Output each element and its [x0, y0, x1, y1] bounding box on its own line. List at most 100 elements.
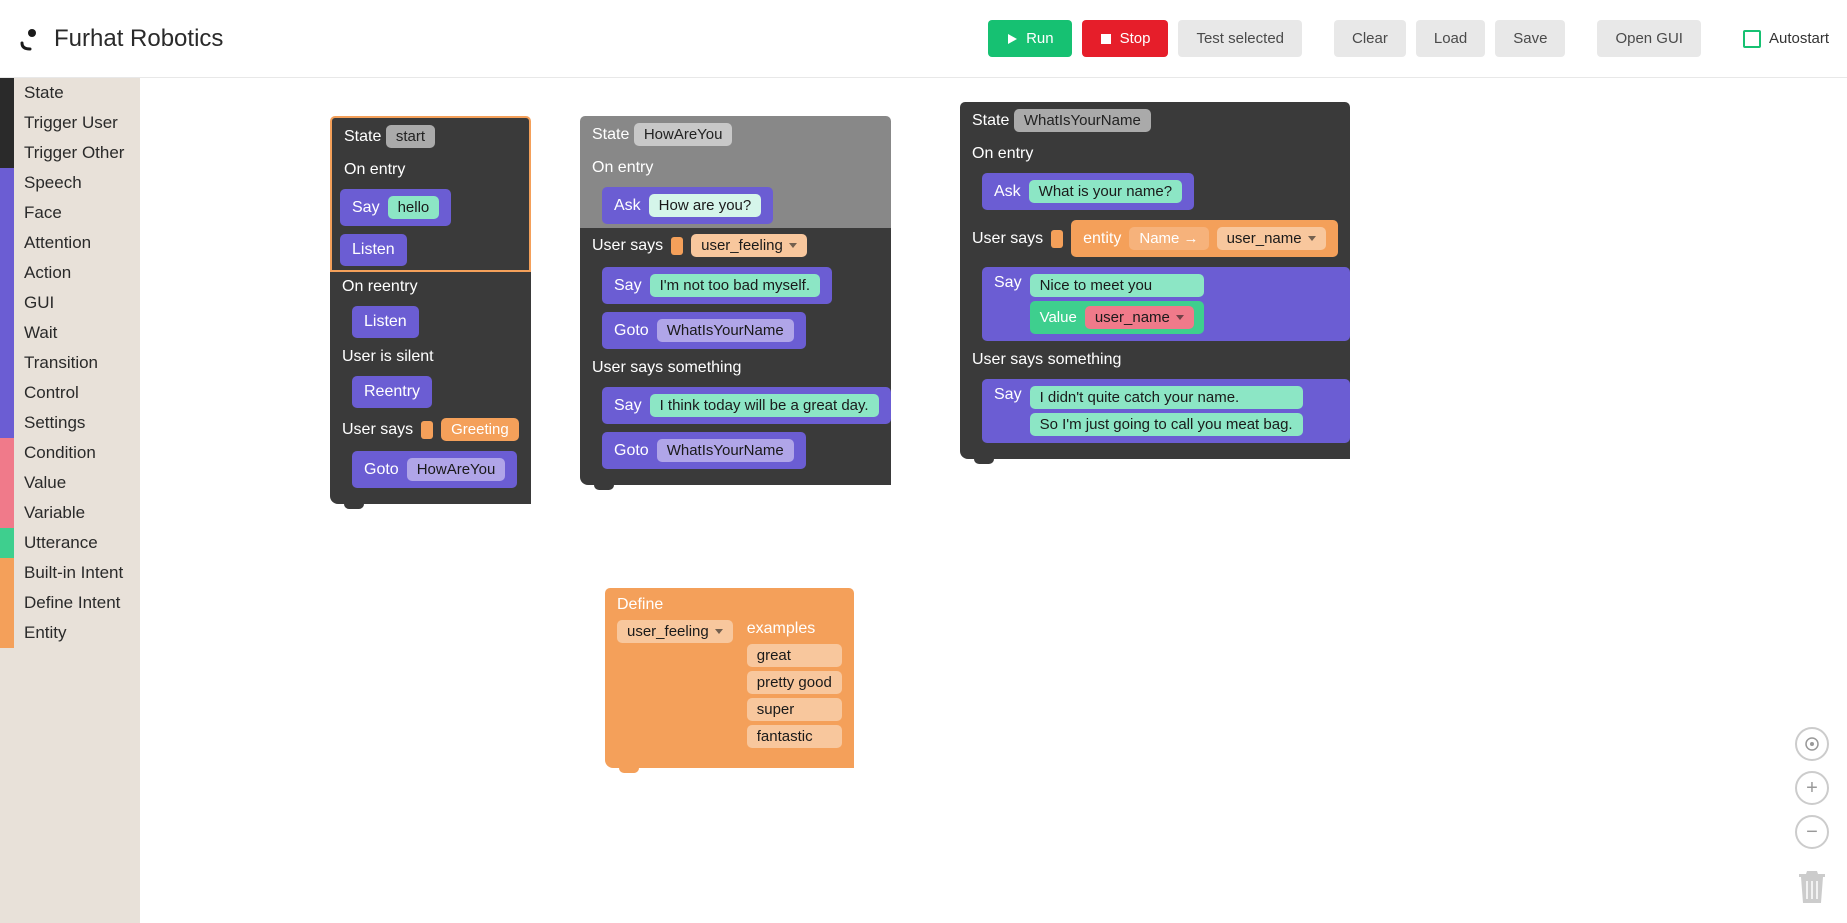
save-button[interactable]: Save	[1495, 20, 1565, 57]
say-block[interactable]: Say I didn't quite catch your name. So I…	[982, 379, 1350, 443]
goto-block[interactable]: GotoHowAreYou	[352, 451, 517, 488]
value-block[interactable]: Value user_name	[1030, 301, 1204, 334]
category-label: Transition	[14, 353, 98, 373]
block-canvas[interactable]: State start On entry Sayhello Listen On …	[140, 78, 1847, 923]
ask-text-pill[interactable]: What is your name?	[1029, 180, 1182, 203]
ask-text-pill[interactable]: How are you?	[649, 194, 762, 217]
sidebar-category[interactable]: Variable	[0, 498, 140, 528]
category-swatch	[0, 438, 14, 468]
intent-notch-icon	[671, 237, 683, 255]
run-button[interactable]: Run	[988, 20, 1072, 57]
say-block[interactable]: SayI think today will be a great day.	[602, 387, 891, 424]
state-name-pill[interactable]: start	[386, 125, 435, 148]
define-intent-block[interactable]: Define user_feeling examples greatpretty…	[605, 588, 854, 768]
sidebar-category[interactable]: Utterance	[0, 528, 140, 558]
sidebar-category[interactable]: Action	[0, 258, 140, 288]
example-pill[interactable]: fantastic	[747, 725, 842, 748]
category-label: Trigger User	[14, 113, 118, 133]
entity-var-dropdown[interactable]: user_name	[1217, 227, 1326, 250]
sidebar-category[interactable]: Attention	[0, 228, 140, 258]
logo: Furhat Robotics	[18, 25, 223, 53]
intent-dropdown[interactable]: user_feeling	[691, 234, 807, 257]
trash-icon[interactable]	[1797, 869, 1827, 905]
sidebar-category[interactable]: Value	[0, 468, 140, 498]
state-name-pill[interactable]: HowAreYou	[634, 123, 733, 146]
entity-block[interactable]: entity Name → user_name	[1071, 220, 1337, 257]
category-swatch	[0, 168, 14, 198]
state-header[interactable]: State WhatIsYourName	[960, 102, 1350, 139]
state-header[interactable]: State HowAreYou	[580, 116, 891, 153]
category-swatch	[0, 588, 14, 618]
sidebar-category[interactable]: Wait	[0, 318, 140, 348]
furhat-logo-icon	[18, 27, 42, 51]
sidebar-category[interactable]: Speech	[0, 168, 140, 198]
user-says-section: User says Greeting	[330, 412, 531, 447]
value-var-dropdown[interactable]: user_name	[1085, 306, 1194, 329]
open-gui-button[interactable]: Open GUI	[1597, 20, 1701, 57]
zoom-in-button[interactable]: +	[1795, 771, 1829, 805]
say-text-pill[interactable]: I'm not too bad myself.	[650, 274, 820, 297]
say-block[interactable]: Say Nice to meet you Value user_name	[982, 267, 1350, 341]
user-says-something-section: User says something	[960, 345, 1350, 375]
sidebar-category[interactable]: GUI	[0, 288, 140, 318]
listen-block[interactable]: Listen	[352, 306, 419, 338]
say-text-pill[interactable]: Nice to meet you	[1030, 274, 1204, 297]
say-text-pill[interactable]: So I'm just going to call you meat bag.	[1030, 413, 1303, 436]
listen-block[interactable]: Listen	[340, 234, 407, 266]
sidebar-category[interactable]: Settings	[0, 408, 140, 438]
ask-block[interactable]: AskWhat is your name?	[982, 173, 1194, 210]
sidebar-category[interactable]: Entity	[0, 618, 140, 648]
sidebar-category[interactable]: State	[0, 78, 140, 108]
state-header[interactable]: State start	[330, 116, 531, 155]
category-label: Settings	[14, 413, 85, 433]
intent-name-dropdown[interactable]: user_feeling	[617, 620, 733, 643]
reentry-block[interactable]: Reentry	[352, 376, 432, 408]
state-block-start[interactable]: State start On entry Sayhello Listen On …	[330, 116, 531, 504]
sidebar-category[interactable]: Define Intent	[0, 588, 140, 618]
say-block[interactable]: SayI'm not too bad myself.	[602, 267, 832, 304]
zoom-out-button[interactable]: −	[1795, 815, 1829, 849]
say-text-pill[interactable]: I think today will be a great day.	[650, 394, 879, 417]
say-text-pill[interactable]: I didn't quite catch your name.	[1030, 386, 1303, 409]
sidebar-category[interactable]: Built-in Intent	[0, 558, 140, 588]
user-says-section: User says user_feeling	[580, 228, 891, 263]
example-pill[interactable]: super	[747, 698, 842, 721]
autostart-checkbox[interactable]	[1743, 30, 1761, 48]
example-pill[interactable]: pretty good	[747, 671, 842, 694]
stop-button[interactable]: Stop	[1082, 20, 1169, 57]
play-icon	[1006, 33, 1018, 45]
test-selected-button[interactable]: Test selected	[1178, 20, 1302, 57]
chevron-down-icon	[1176, 315, 1184, 320]
goto-block[interactable]: GotoWhatIsYourName	[602, 432, 806, 469]
example-pill[interactable]: great	[747, 644, 842, 667]
category-swatch	[0, 228, 14, 258]
user-says-section: User says entity Name → user_name	[960, 214, 1350, 263]
category-swatch	[0, 108, 14, 138]
intent-pill[interactable]: Greeting	[441, 418, 519, 441]
chevron-down-icon	[1308, 236, 1316, 241]
state-name-pill[interactable]: WhatIsYourName	[1014, 109, 1151, 132]
goto-target-pill[interactable]: WhatIsYourName	[657, 439, 794, 462]
clear-button[interactable]: Clear	[1334, 20, 1406, 57]
sidebar-category[interactable]: Transition	[0, 348, 140, 378]
goto-target-pill[interactable]: WhatIsYourName	[657, 319, 794, 342]
state-block-what-is-your-name[interactable]: State WhatIsYourName On entry AskWhat is…	[960, 102, 1350, 459]
sidebar-category[interactable]: Trigger User	[0, 108, 140, 138]
sidebar-category[interactable]: Control	[0, 378, 140, 408]
ask-block[interactable]: AskHow are you?	[602, 187, 773, 224]
say-block[interactable]: Sayhello	[340, 189, 451, 226]
define-label: Define	[617, 596, 842, 614]
sidebar-category[interactable]: Condition	[0, 438, 140, 468]
category-label: Utterance	[14, 533, 98, 553]
say-text-pill[interactable]: hello	[388, 196, 440, 219]
load-button[interactable]: Load	[1416, 20, 1485, 57]
center-button[interactable]	[1795, 727, 1829, 761]
entity-name-pill[interactable]: Name →	[1129, 227, 1208, 250]
sidebar-category[interactable]: Face	[0, 198, 140, 228]
goto-target-pill[interactable]: HowAreYou	[407, 458, 506, 481]
canvas-controls: + −	[1795, 727, 1829, 905]
sidebar-category[interactable]: Trigger Other	[0, 138, 140, 168]
state-block-how-are-you[interactable]: State HowAreYou On entry AskHow are you?…	[580, 116, 891, 485]
goto-block[interactable]: GotoWhatIsYourName	[602, 312, 806, 349]
autostart-toggle[interactable]: Autostart	[1743, 30, 1829, 48]
